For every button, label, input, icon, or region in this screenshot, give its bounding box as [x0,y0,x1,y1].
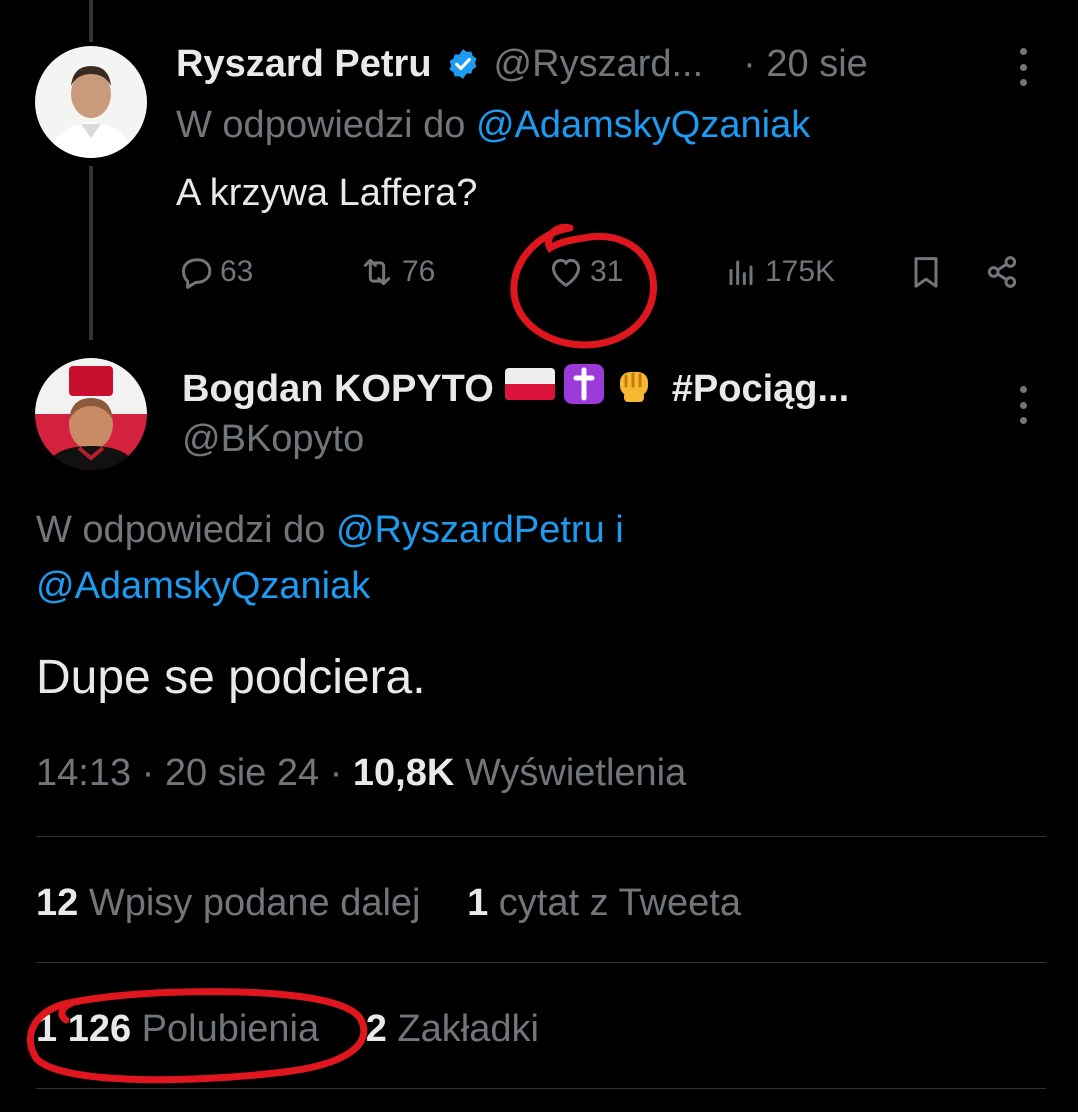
tweet2-timestamp[interactable]: 14:13 · 20 sie 24 · [36,752,342,794]
retweets-stat[interactable]: 12 Wpisy podane dalej [36,882,431,924]
latin-cross-emoji [562,362,606,416]
reply-joiner: i [615,509,624,551]
bookmarks-stat-label: Zakładki [397,1008,539,1050]
verified-badge-icon [446,47,480,81]
avatar-ryszard-petru[interactable] [35,46,147,158]
reply-prefix: W odpowiedzi do [36,509,326,551]
likes-stat[interactable]: 1 126 Polubienia [36,1008,330,1050]
fist-emoji [612,362,656,416]
bookmarks-stat-count: 2 [365,1008,387,1050]
tweet2-engagement-row-2: 1 126 Polubienia 2 Zakładki [36,1008,575,1051]
tweet1-reply-context: W odpowiedzi do @AdamskyQzaniak [176,104,810,147]
bookmark-button[interactable] [906,250,946,294]
bookmarks-stat[interactable]: 2 Zakładki [366,1008,539,1050]
share-icon [982,252,1022,292]
reply-prefix: W odpowiedzi do [176,104,466,146]
divider [36,1088,1046,1089]
likes-stat-count: 1 126 [36,1008,132,1050]
reply-icon [176,252,216,292]
thread-line-top [89,0,93,42]
quotes-stat-label: cytat z Tweeta [498,882,741,924]
like-button[interactable]: 31 [546,250,623,294]
tweet2-author-handle[interactable]: @BKopyto [182,418,364,461]
quotes-stat[interactable]: 1 cytat z Tweeta [467,882,741,924]
retweet-count: 76 [402,255,436,288]
tweet1-header: Ryszard Petru @Ryszard... · 20 sie [176,38,868,90]
tweet1-text: A krzywa Laffera? [176,172,478,214]
reply-button[interactable]: 63 [176,250,253,294]
tweet2-engagement-row-1: 12 Wpisy podane dalej 1 cytat z Tweeta [36,882,777,925]
views-button[interactable]: 175K [721,250,835,294]
tweet1-timestamp[interactable]: · 20 sie [743,43,868,86]
views-count: 175K [765,255,836,288]
divider [36,962,1046,963]
share-button[interactable] [982,250,1022,294]
tweet2-views-label: Wyświetlenia [464,752,687,794]
like-count: 31 [590,255,624,288]
retweet-icon [356,252,398,292]
mention-link[interactable]: @AdamskyQzaniak [476,104,810,146]
retweet-button[interactable]: 76 [356,250,435,294]
tweet2-reply-context: W odpowiedzi do @RyszardPetru i @Adamsky… [36,502,1036,614]
tweet2-text: Dupe se podciera. [36,651,426,704]
bookmark-icon [906,252,946,292]
mention-link[interactable]: @AdamskyQzaniak [36,565,370,607]
quotes-stat-count: 1 [467,882,489,924]
tweet2-author-name-suffix: #Pociąg... [671,367,850,410]
likes-stat-label: Polubienia [141,1008,320,1050]
tweet2-meta: 14:13 · 20 sie 24 · 10,8K Wyświetlenia [36,752,686,795]
retweets-stat-count: 12 [36,882,79,924]
avatar-bogdan-kopyto[interactable] [35,358,147,470]
tweet1-author-handle[interactable]: @Ryszard... [494,43,704,86]
like-icon [546,252,586,292]
retweets-stat-label: Wpisy podane dalej [88,882,421,924]
divider [36,836,1046,837]
more-icon[interactable] [1018,386,1028,424]
thread-line-connector [89,166,93,340]
mention-link[interactable]: @RyszardPetru [336,509,605,551]
tweet2-views-count: 10,8K [352,752,455,794]
reply-count: 63 [220,255,254,288]
more-icon[interactable] [1018,48,1028,86]
tweet2-author-name: Bogdan KOPYTO [182,367,494,410]
views-icon [721,252,761,292]
poland-flag-emoji [504,364,556,414]
tweet2-author-name-row[interactable]: Bogdan KOPYTO #Pociąg... [182,362,849,416]
tweet1-author-name[interactable]: Ryszard Petru [176,43,432,86]
